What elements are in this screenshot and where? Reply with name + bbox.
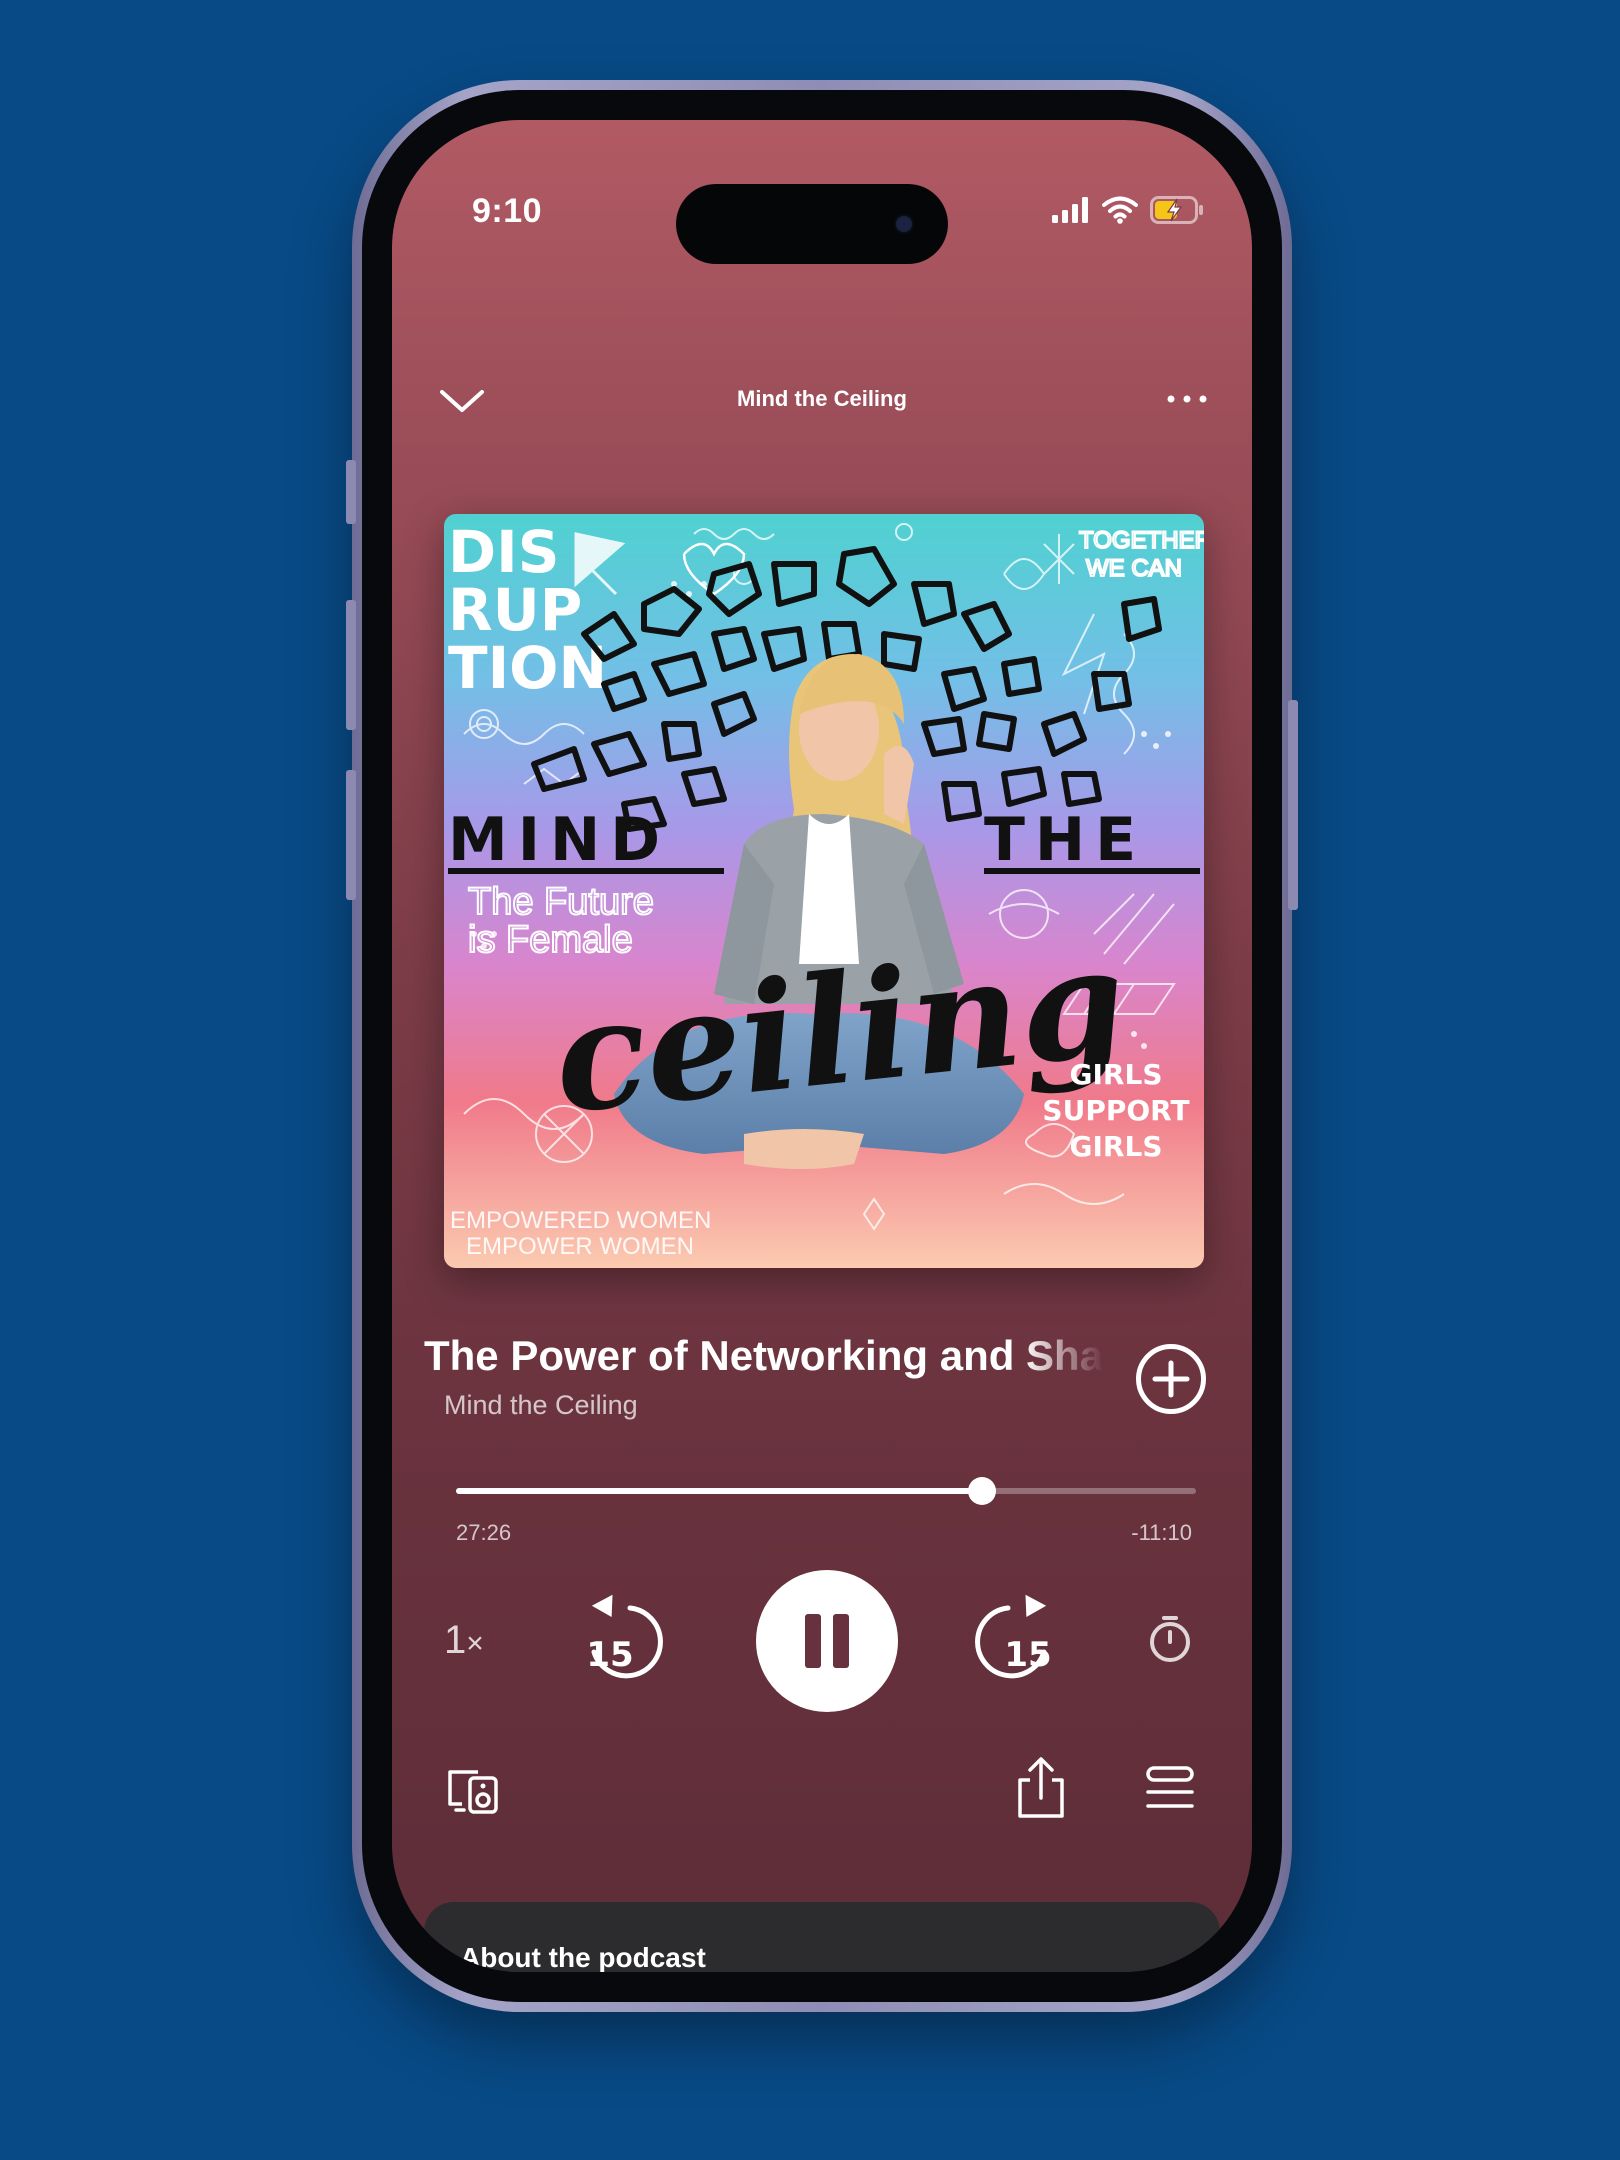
screen: 9:10 Mind the Ceiling DIS RUP TION TOGET… bbox=[392, 120, 1252, 1972]
add-to-library-button[interactable] bbox=[1136, 1344, 1206, 1414]
about-podcast-title: About the podcast bbox=[460, 1942, 706, 1972]
power-button bbox=[1288, 700, 1298, 910]
skip-back-seconds: 15 bbox=[586, 1635, 633, 1675]
skip-forward-15-button[interactable]: 15 bbox=[974, 1586, 1070, 1682]
header-title: Mind the Ceiling bbox=[737, 386, 907, 411]
cover-text-mind: MIND bbox=[448, 805, 670, 875]
about-podcast-card[interactable]: About the podcast bbox=[424, 1902, 1220, 1972]
time-remaining: -11:10 bbox=[1131, 1520, 1192, 1545]
cover-text-the: THE bbox=[984, 805, 1146, 875]
cover-text-together: TOGETHER bbox=[1079, 527, 1204, 554]
action-button bbox=[346, 460, 356, 524]
signal-bars-icon bbox=[1052, 197, 1088, 223]
skip-back-15-button[interactable]: 15 bbox=[568, 1586, 664, 1682]
pause-button[interactable] bbox=[756, 1570, 898, 1712]
playback-speed-button[interactable]: 1× bbox=[444, 1610, 504, 1670]
share-icon[interactable] bbox=[1010, 1754, 1072, 1822]
phone-frame: 9:10 Mind the Ceiling DIS RUP TION TOGET… bbox=[346, 80, 1298, 2012]
more-horizontal-icon[interactable] bbox=[1162, 384, 1212, 414]
cover-text-female: is Female bbox=[468, 919, 633, 961]
player-header: Mind the Ceiling bbox=[392, 370, 1252, 430]
progress-bar[interactable] bbox=[456, 1477, 1196, 1505]
podcast-cover-art: DIS RUP TION TOGETHER WE CAN MIND THE ce… bbox=[444, 514, 1204, 1268]
cover-text-girls-1: GIRLS bbox=[1070, 1058, 1163, 1091]
cover-text-support: SUPPORT bbox=[1042, 1094, 1189, 1127]
cover-text-future: The Future bbox=[468, 881, 654, 923]
volume-up-button bbox=[346, 600, 356, 730]
skip-forward-seconds: 15 bbox=[1004, 1635, 1051, 1675]
time-elapsed: 27:26 bbox=[456, 1520, 512, 1545]
cover-text-tion: TION bbox=[448, 634, 607, 702]
cover-text-girls-2: GIRLS bbox=[1070, 1130, 1163, 1163]
playback-speed-value: 1 bbox=[444, 1618, 467, 1662]
fast-forward-icon: 15 bbox=[975, 1594, 1052, 1679]
episode-title[interactable]: The Power of Networking and Sha bbox=[424, 1332, 1104, 1380]
status-time: 9:10 bbox=[472, 192, 543, 230]
episode-show-name[interactable]: Mind the Ceiling bbox=[444, 1390, 638, 1421]
queue-icon[interactable] bbox=[1140, 1760, 1200, 1820]
progress-fill bbox=[456, 1488, 983, 1494]
sleep-timer-icon[interactable] bbox=[1140, 1608, 1200, 1668]
add-circle-icon bbox=[1152, 1360, 1190, 1398]
connect-device-icon[interactable] bbox=[444, 1760, 506, 1822]
cover-text-empower: EMPOWER WOMEN bbox=[466, 1233, 694, 1260]
battery-charging-icon bbox=[1150, 196, 1203, 224]
dynamic-island bbox=[676, 184, 948, 264]
camera-lens bbox=[896, 216, 912, 232]
cover-text-we-can: WE CAN bbox=[1086, 555, 1182, 582]
cover-illustration: DIS RUP TION TOGETHER WE CAN MIND THE ce… bbox=[444, 514, 1204, 1268]
pause-icon bbox=[805, 1614, 849, 1668]
status-icons bbox=[1052, 196, 1204, 224]
cover-text-empowered: EMPOWERED WOMEN bbox=[450, 1207, 711, 1234]
playback-speed-suffix: × bbox=[466, 1627, 484, 1660]
volume-down-button bbox=[346, 770, 356, 900]
wifi-icon bbox=[1102, 196, 1138, 224]
rewind-icon: 15 bbox=[586, 1594, 663, 1679]
progress-scrubber[interactable] bbox=[968, 1477, 997, 1505]
